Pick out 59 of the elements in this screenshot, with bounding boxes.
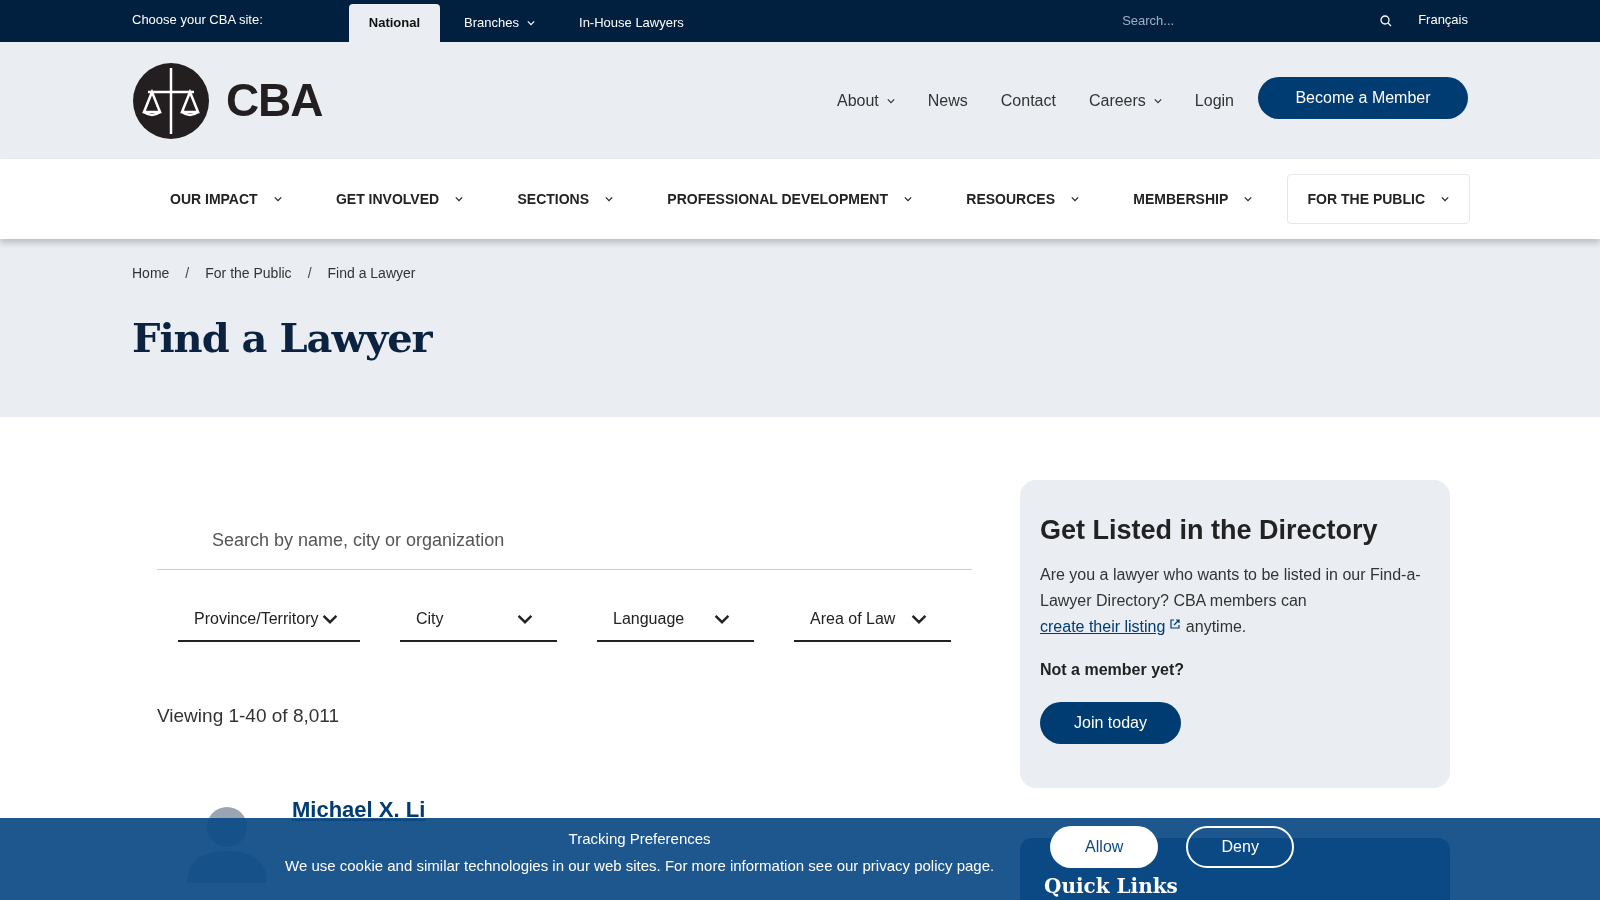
filter-dropdown[interactable]: Area of Law	[794, 598, 951, 642]
filter-dropdown[interactable]: Province/Territory	[178, 598, 360, 642]
search-input[interactable]: Search by name, city or organization	[212, 527, 972, 554]
site-tab[interactable]: In-House Lawyers	[559, 4, 704, 42]
chevron-icon	[273, 195, 282, 203]
external-link-icon	[1169, 617, 1182, 630]
chevron-icon	[517, 613, 533, 625]
site-tab[interactable]: National	[348, 4, 441, 42]
chevron-icon	[455, 195, 464, 203]
chevron-icon	[1071, 195, 1079, 203]
chevron-icon	[605, 195, 614, 203]
language-link[interactable]: Français	[1418, 10, 1468, 30]
card-title: Get Listed in the Directory	[1040, 514, 1379, 547]
chevron-icon	[886, 96, 895, 105]
card-prompt: Not a member yet?	[1040, 659, 1186, 680]
nav-tab[interactable]: RESOURCES	[946, 174, 1099, 224]
nav-tab[interactable]: SECTIONS	[497, 174, 634, 224]
nav-tab[interactable]: OUR IMPACT	[150, 174, 302, 224]
nav-tab[interactable]: PROFESSIONAL DEVELOPMENT	[647, 174, 932, 224]
site-tab[interactable]: Branches	[444, 4, 555, 42]
chevron-icon	[322, 613, 339, 625]
cookie-text: We use cookie and similar technologies in our web sites. For more information see our privacy policy page.	[285, 855, 995, 876]
scales-logo-icon	[132, 61, 210, 140]
breadcrumb-separator: /	[185, 264, 190, 283]
search-icon[interactable]	[1380, 15, 1393, 27]
results-count: Viewing 1-40 of 8,011	[157, 704, 341, 728]
chevron-icon	[1244, 195, 1253, 203]
header-link[interactable]: About	[836, 88, 895, 113]
header-link[interactable]: News	[927, 88, 968, 113]
header-link[interactable]: Careers	[1088, 88, 1162, 113]
search-input[interactable]: Search...	[1122, 11, 1323, 31]
filter-dropdown[interactable]: Language	[597, 598, 754, 642]
chevron-icon	[1153, 96, 1162, 105]
quick-links-title: Quick Links	[1044, 873, 1179, 898]
cookie-button[interactable]: Allow	[1050, 826, 1159, 868]
logo-text: CBA	[226, 73, 323, 128]
nav-tab[interactable]: MEMBERSHIP	[1113, 174, 1273, 224]
filter-dropdown[interactable]: City	[400, 598, 557, 642]
chevron-icon	[911, 613, 927, 625]
chevron-icon	[904, 195, 912, 203]
breadcrumb-separator: /	[307, 264, 312, 283]
chevron-icon	[527, 19, 535, 27]
chevron-icon	[1441, 195, 1449, 203]
page-title: Find a Lawyer	[132, 313, 434, 363]
header-link[interactable]: Contact	[1000, 88, 1056, 113]
card-text: Are you a lawyer who wants to be listed in our Find-a-Lawyer Directory? CBA members can create their listing anytime.	[1040, 564, 1422, 637]
chevron-icon	[714, 613, 730, 625]
nav-tab[interactable]: GET INVOLVED	[315, 174, 484, 224]
join-today-button[interactable]: Join today	[1040, 701, 1181, 744]
become-member-button[interactable]: Become a Member	[1258, 76, 1468, 119]
create-listing-link[interactable]: create their listing	[1040, 617, 1166, 635]
nav-tab[interactable]: FOR THE PUBLIC	[1286, 174, 1470, 224]
breadcrumb-link[interactable]: Find a Lawyer	[327, 263, 416, 284]
site-label: Choose your CBA site:	[132, 11, 263, 30]
cookie-title: Tracking Preferences	[568, 829, 711, 849]
header-link[interactable]: Login	[1194, 88, 1234, 113]
breadcrumb-link[interactable]: For the Public	[205, 263, 292, 284]
cookie-button[interactable]: Deny	[1186, 826, 1295, 868]
breadcrumb-link[interactable]: Home	[132, 263, 170, 284]
